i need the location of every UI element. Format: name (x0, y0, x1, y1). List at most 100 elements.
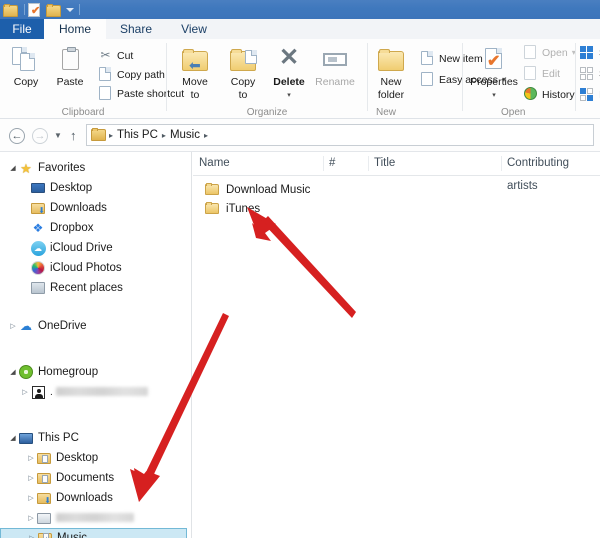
tab-view[interactable]: View (166, 19, 222, 39)
ribbon-group-open: ✔ Properties ▾ Open ▾ Edit History Open (463, 39, 576, 119)
expand-triangle-desktop-icon[interactable]: ▷ (26, 454, 36, 462)
sidebar-item-pc-downloads[interactable]: ▷ Downloads (0, 488, 191, 508)
sidebar-item-pc-desktop[interactable]: ▷ Desktop (0, 448, 191, 468)
select-all-icon (580, 45, 595, 60)
history-button[interactable]: History (523, 86, 575, 103)
sidebar-item-desktop[interactable]: Desktop (0, 178, 191, 198)
properties-caret-icon[interactable]: ▾ (465, 90, 523, 101)
sidebar-label-homegroup: Homegroup (38, 366, 99, 378)
forward-button[interactable]: → (32, 128, 48, 144)
navigation-pane[interactable]: ◢ ★ Favorites Desktop Downloads ❖ Dropbo… (0, 152, 192, 538)
sidebar-item-icloud-drive[interactable]: ☁ iCloud Drive (0, 238, 191, 258)
edit-button[interactable]: Edit (523, 65, 560, 82)
paste-shortcut-icon (98, 86, 113, 101)
column-header-number[interactable]: # (323, 152, 368, 175)
column-header-name[interactable]: Name (193, 152, 323, 175)
quick-access-folder-icon[interactable] (3, 2, 19, 17)
sidebar-item-documents[interactable]: ▷ Documents (0, 468, 191, 488)
copy-path-button[interactable]: Copy path (98, 66, 165, 83)
expand-triangle-homegroup-icon[interactable]: ◢ (8, 368, 18, 376)
cut-button[interactable]: ✂ Cut (98, 47, 133, 64)
breadcrumb-item-music[interactable]: Music (167, 129, 203, 141)
up-button[interactable]: ↑ (70, 128, 77, 144)
sidebar-label-downloads: Downloads (50, 202, 107, 214)
delete-button[interactable]: ✕ Delete ▾ (267, 45, 311, 101)
breadcrumb[interactable]: ▸ This PC ▸ Music ▸ (86, 124, 594, 146)
sidebar-group-this-pc[interactable]: ◢ This PC (0, 428, 191, 448)
file-name-itunes: iTunes (226, 202, 261, 215)
quick-access-new-folder-icon[interactable] (46, 2, 62, 17)
expand-triangle-favorites-icon[interactable]: ◢ (8, 164, 18, 172)
copy-to-icon (221, 45, 265, 75)
quick-access-properties-icon[interactable]: ✔ (28, 2, 44, 17)
expand-triangle-homegroup-user-icon[interactable]: ▷ (20, 388, 30, 396)
copy-icon (4, 45, 48, 75)
column-header-title[interactable]: Title (368, 152, 501, 175)
breadcrumb-item-this-pc[interactable]: This PC (114, 129, 161, 141)
expand-triangle-this-pc-icon[interactable]: ◢ (8, 434, 18, 442)
user-icon (30, 384, 46, 400)
invert-selection-button[interactable]: In (580, 86, 600, 103)
properties-button[interactable]: ✔ Properties ▾ (465, 45, 523, 101)
properties-icon: ✔ (465, 45, 523, 75)
open-icon (523, 45, 538, 60)
expand-triangle-downloads-icon[interactable]: ▷ (26, 494, 36, 502)
sidebar-label-favorites: Favorites (38, 162, 86, 174)
paste-label: Paste (56, 76, 84, 88)
open-button[interactable]: Open ▾ (523, 44, 576, 61)
redacted-username (55, 387, 148, 397)
paste-button[interactable]: Paste (48, 45, 92, 88)
copy-path-label: Copy path (117, 68, 165, 81)
documents-folder-icon (36, 470, 52, 486)
tab-strip-filler (222, 19, 600, 39)
organize-group-label: Organize (246, 107, 288, 118)
sidebar-item-redacted-drive[interactable]: ▷ (0, 508, 191, 528)
ribbon-group-organize: ⬅ Move to Copy to ✕ Delete ▾ Rename Orga… (167, 39, 367, 119)
paste-icon (48, 45, 92, 75)
select-all-button[interactable]: S (580, 44, 600, 61)
tab-file[interactable]: File (0, 19, 44, 39)
file-list-pane[interactable]: Name # Title Contributing artists Downlo… (193, 152, 600, 538)
select-none-button[interactable]: S (580, 65, 600, 82)
expand-triangle-documents-icon[interactable]: ▷ (26, 474, 36, 482)
sidebar-item-music[interactable]: ▷ Music (0, 528, 187, 538)
sidebar-group-onedrive[interactable]: ▷ ☁ OneDrive (0, 316, 191, 336)
tab-share[interactable]: Share (106, 19, 166, 39)
new-folder-button[interactable]: New folder (365, 45, 417, 101)
delete-x-icon: ✕ (278, 44, 300, 71)
breadcrumb-chevron-2-icon[interactable]: ▸ (203, 131, 209, 140)
sidebar-item-downloads[interactable]: Downloads (0, 198, 191, 218)
move-to-button[interactable]: ⬅ Move to (173, 45, 217, 101)
rename-button[interactable]: Rename (313, 45, 357, 88)
copy-button[interactable]: Copy (4, 45, 48, 88)
expand-triangle-drive-icon[interactable]: ▷ (26, 514, 36, 522)
music-folder-icon (37, 530, 53, 538)
sidebar-item-homegroup-user[interactable]: ▷ . (0, 382, 191, 402)
tab-home[interactable]: Home (44, 19, 106, 39)
sidebar-item-dropbox[interactable]: ❖ Dropbox (0, 218, 191, 238)
back-button[interactable]: ← (9, 128, 25, 144)
sidebar-label-music: Music (57, 532, 88, 538)
folder-icon (205, 183, 221, 195)
ribbon-group-select: S S In (576, 39, 600, 119)
downloads-folder-icon (30, 200, 46, 216)
table-row[interactable]: Download Music (193, 180, 600, 199)
sidebar-item-recent-places[interactable]: Recent places (0, 278, 191, 298)
sidebar-label-recent-places: Recent places (50, 282, 123, 294)
sidebar-label-pc-desktop: Desktop (56, 452, 99, 464)
icloud-drive-icon: ☁ (30, 240, 46, 256)
delete-caret-icon[interactable]: ▾ (267, 90, 311, 101)
sidebar-item-icloud-photos[interactable]: iCloud Photos (0, 258, 191, 278)
table-row[interactable]: iTunes (193, 199, 600, 218)
customize-quick-access-caret-icon[interactable] (66, 7, 74, 12)
expand-triangle-onedrive-icon[interactable]: ▷ (8, 322, 18, 330)
sidebar-group-favorites[interactable]: ◢ ★ Favorites (0, 158, 191, 178)
recent-locations-caret-icon[interactable]: ▼ (54, 131, 62, 140)
ribbon-group-clipboard: Copy Paste ✂ Cut Copy path Paste shortcu… (0, 39, 184, 119)
copy-to-button[interactable]: Copy to (221, 45, 265, 101)
expand-triangle-music-icon[interactable]: ▷ (27, 534, 37, 538)
history-icon (523, 87, 538, 102)
sidebar-group-homegroup[interactable]: ◢ Homegroup (0, 362, 191, 382)
column-header-artists[interactable]: Contributing artists (501, 152, 600, 192)
sidebar-label-redacted-drive (56, 512, 134, 524)
